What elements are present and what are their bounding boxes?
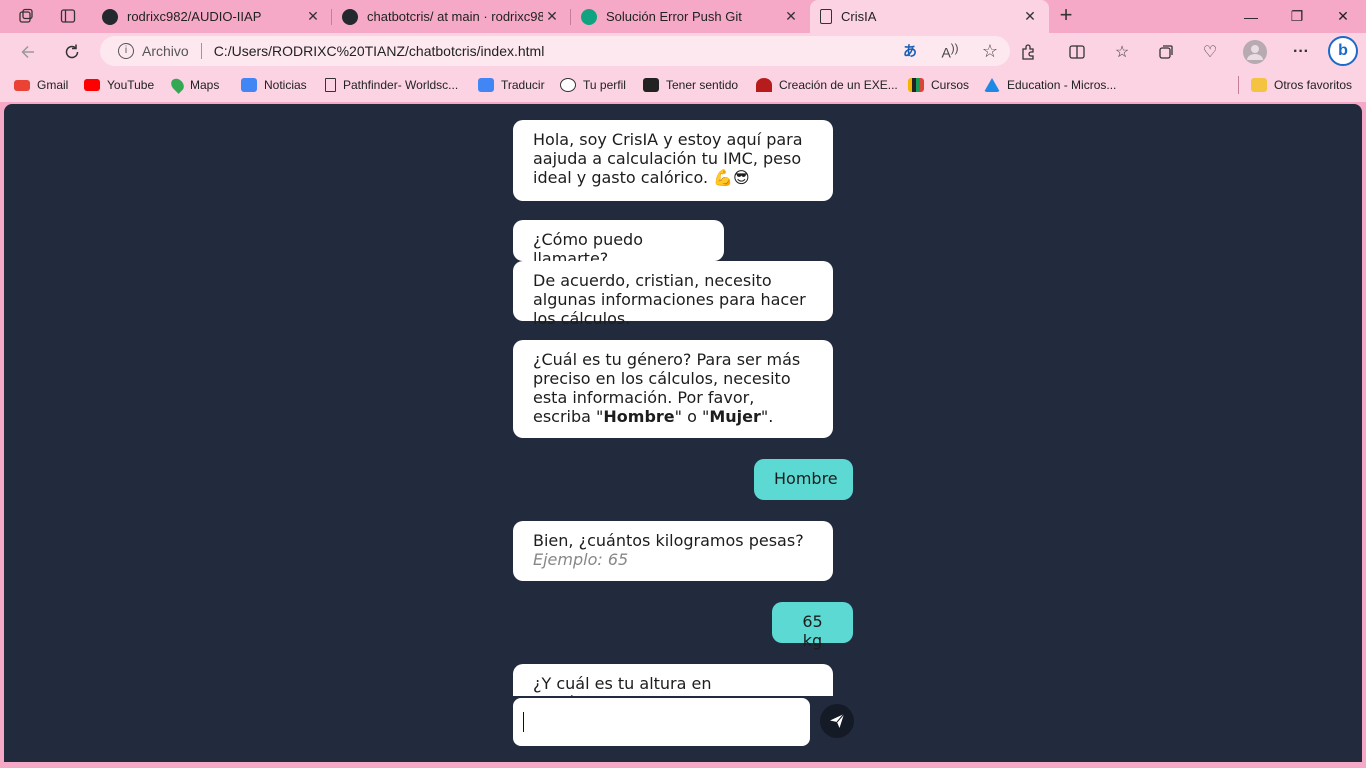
extensions-icon[interactable] xyxy=(1016,39,1042,65)
split-screen-icon[interactable] xyxy=(1064,39,1090,65)
close-window-button[interactable]: ✕ xyxy=(1320,0,1366,33)
message-text: ". xyxy=(760,407,774,426)
translate-icon xyxy=(478,78,494,92)
translate-icon[interactable]: あ xyxy=(890,41,930,61)
bookmark-label: Education - Micros... xyxy=(1007,78,1117,92)
youtube-icon xyxy=(84,79,100,91)
text-caret xyxy=(523,712,524,732)
bookmark-tener-sentido[interactable]: Tener sentido xyxy=(643,76,738,94)
close-tab-icon[interactable]: ✕ xyxy=(304,8,322,25)
bookmark-youtube[interactable]: YouTube xyxy=(84,76,154,94)
performance-icon[interactable]: ♡ xyxy=(1197,39,1223,65)
message-text: " o " xyxy=(674,407,710,426)
restore-button[interactable]: ❐ xyxy=(1274,0,1320,33)
tab-strip: rodrixc982/AUDIO-IIAP ✕ chatbotcris/ at … xyxy=(0,0,1366,33)
message-text: Bien, ¿cuántos kilogramos pesas? xyxy=(533,531,804,550)
bookmark-noticias[interactable]: Noticias xyxy=(241,76,307,94)
tab-label: chatbotcris/ at main · rodrixc982 xyxy=(367,9,543,24)
option-mujer: Mujer xyxy=(709,407,761,426)
close-tab-icon[interactable]: ✕ xyxy=(1021,8,1039,25)
chart-bars-icon xyxy=(908,78,924,92)
tab-actions-icon[interactable] xyxy=(56,5,80,27)
folder-icon xyxy=(1251,78,1267,92)
option-hombre: Hombre xyxy=(603,407,675,426)
browser-toolbar: i Archivo C:/Users/RODRIXC%20TIANZ/chatb… xyxy=(0,33,1366,69)
new-tab-button[interactable]: + xyxy=(1055,4,1077,27)
bookmarks-bar: Gmail YouTube Maps Noticias Pathfinder- … xyxy=(0,69,1366,102)
bot-message: Bien, ¿cuántos kilogramos pesas? Ejemplo… xyxy=(513,521,833,581)
bookmark-label: Cursos xyxy=(931,78,970,92)
news-icon xyxy=(241,78,257,92)
message-input[interactable] xyxy=(513,698,810,746)
bookmark-label: Tener sentido xyxy=(666,78,739,92)
send-button[interactable] xyxy=(820,704,854,738)
azure-icon xyxy=(984,78,1000,92)
bot-message: ¿Cómo puedo llamarte? xyxy=(513,220,724,268)
address-divider xyxy=(200,43,202,59)
window-bottom-edge xyxy=(0,762,1366,768)
avatar[interactable] xyxy=(1242,39,1268,65)
close-tab-icon[interactable]: ✕ xyxy=(543,8,561,25)
tab-crisia[interactable]: CrisIA ✕ xyxy=(810,0,1049,33)
info-icon[interactable]: i xyxy=(118,43,134,59)
chatgpt-icon xyxy=(581,8,597,25)
bookmark-label: YouTube xyxy=(107,78,155,92)
exe-icon xyxy=(756,78,772,92)
user-message: Hombre xyxy=(754,459,853,500)
bookmark-label: Otros favoritos xyxy=(1274,78,1353,92)
bookmark-label: Traducir xyxy=(501,78,545,92)
tab-label: CrisIA xyxy=(841,9,877,24)
bookmark-creacion-exe[interactable]: Creación de un EXE... xyxy=(756,76,898,94)
user-message: 65 kg xyxy=(772,602,853,650)
bookmark-pathfinder[interactable]: Pathfinder- Worldsc... xyxy=(325,76,458,94)
github-icon xyxy=(560,78,576,92)
send-icon xyxy=(830,713,845,728)
bookmark-cursos[interactable]: Cursos xyxy=(908,76,969,94)
bot-message: De acuerdo, cristian, necesito algunas i… xyxy=(513,261,833,328)
bing-chat-icon[interactable]: b xyxy=(1328,36,1358,66)
chat-page: Hola, soy CrisIA y estoy aquí para aajud… xyxy=(4,104,1362,762)
tab-label: Solución Error Push Git xyxy=(606,9,742,24)
bot-message: ¿Cuál es tu género? Para ser más preciso… xyxy=(513,340,833,438)
bookmark-label: Tu perfil xyxy=(583,78,626,92)
tab-audio-iiap[interactable]: rodrixc982/AUDIO-IIAP ✕ xyxy=(92,0,332,33)
collections-icon[interactable] xyxy=(1153,39,1179,65)
bookmark-maps[interactable]: Maps xyxy=(168,76,220,94)
minimize-button[interactable]: — xyxy=(1228,0,1274,33)
tab-label: rodrixc982/AUDIO-IIAP xyxy=(127,9,262,24)
bookmark-label: Gmail xyxy=(37,78,69,92)
workspaces-icon[interactable] xyxy=(14,5,38,27)
bot-message: ¿Y cuál es tu altura en centímetros? xyxy=(513,664,833,696)
bookmark-gmail[interactable]: Gmail xyxy=(14,76,68,94)
bookmark-label: Creación de un EXE... xyxy=(779,78,898,92)
bookmark-label: Pathfinder- Worldsc... xyxy=(343,78,459,92)
bookmark-label: Maps xyxy=(190,78,220,92)
bot-message: Hola, soy CrisIA y estoy aquí para aajud… xyxy=(513,120,833,201)
tab-solucion-error[interactable]: Solución Error Push Git ✕ xyxy=(571,0,810,33)
bookmark-traducir[interactable]: Traducir xyxy=(478,76,545,94)
github-icon xyxy=(102,8,118,25)
refresh-icon[interactable] xyxy=(59,39,85,65)
page-icon xyxy=(325,78,336,92)
url-text[interactable]: C:/Users/RODRIXC%20TIANZ/chatbotcris/ind… xyxy=(214,43,890,59)
read-aloud-icon[interactable]: A)) xyxy=(930,42,970,61)
address-bar[interactable]: i Archivo C:/Users/RODRIXC%20TIANZ/chatb… xyxy=(100,36,1010,66)
bookmark-label: Noticias xyxy=(264,78,307,92)
gmail-icon xyxy=(14,79,30,91)
bookmark-tu-perfil[interactable]: Tu perfil xyxy=(560,76,626,94)
favorites-icon[interactable]: ☆ xyxy=(1109,39,1135,65)
page-icon xyxy=(820,9,832,24)
maps-pin-icon xyxy=(168,76,187,94)
app-icon xyxy=(643,78,659,92)
close-tab-icon[interactable]: ✕ xyxy=(782,8,800,25)
bookmark-education[interactable]: Education - Micros... xyxy=(984,76,1116,94)
back-icon[interactable] xyxy=(15,39,41,65)
github-icon xyxy=(342,8,358,25)
example-hint: Ejemplo: 65 xyxy=(533,550,629,569)
tab-chatbotcris[interactable]: chatbotcris/ at main · rodrixc982 ✕ xyxy=(332,0,571,33)
other-favorites-folder[interactable]: Otros favoritos xyxy=(1238,76,1352,94)
more-options-icon[interactable]: ··· xyxy=(1288,39,1314,65)
favorite-star-icon[interactable]: ☆ xyxy=(970,41,1010,62)
file-scheme-label: Archivo xyxy=(142,43,189,59)
